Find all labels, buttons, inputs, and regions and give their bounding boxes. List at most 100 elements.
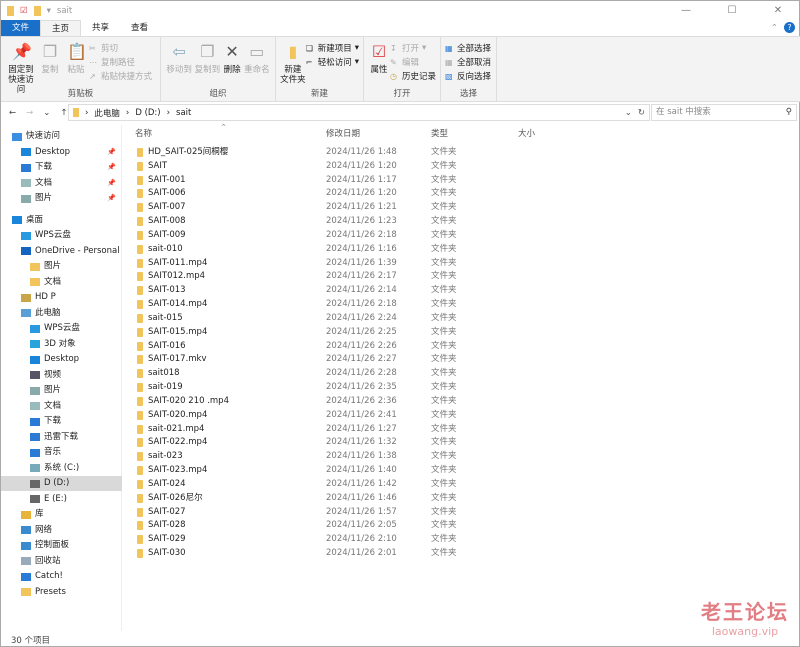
breadcrumb-this-pc[interactable]: 此电脑 bbox=[94, 107, 120, 119]
sidebar-item[interactable]: 下载 bbox=[1, 414, 122, 429]
file-row[interactable]: sait-010 2024/11/26 1:16 文件夹 bbox=[126, 242, 726, 256]
file-row[interactable]: SAIT-009 2024/11/26 2:18 文件夹 bbox=[126, 228, 726, 242]
file-row[interactable]: SAIT-017.mkv 2024/11/26 2:27 文件夹 bbox=[126, 352, 726, 366]
minimize-button[interactable]: — bbox=[663, 1, 709, 20]
address-dropdown-icon[interactable]: ⌄ bbox=[625, 108, 632, 118]
back-button[interactable]: ← bbox=[9, 108, 16, 118]
sidebar-item[interactable]: Desktop 📌 bbox=[1, 145, 122, 160]
sidebar-item[interactable]: Presets bbox=[1, 585, 122, 600]
sidebar-item[interactable]: Catch! bbox=[1, 569, 122, 584]
file-row[interactable]: sait-021.mp4 2024/11/26 1:27 文件夹 bbox=[126, 422, 726, 436]
forward-button[interactable]: → bbox=[26, 108, 33, 118]
open-button[interactable]: ↧ 打开 ▾ bbox=[390, 42, 436, 54]
file-row[interactable]: SAIT-007 2024/11/26 1:21 文件夹 bbox=[126, 200, 726, 214]
file-row[interactable]: SAIT-029 2024/11/26 2:10 文件夹 bbox=[126, 532, 726, 546]
cut-button[interactable]: ✂ 剪切 bbox=[89, 42, 152, 55]
select-all-button[interactable]: ▦ 全部选择 bbox=[445, 42, 491, 55]
customize-quick-access-icon[interactable]: ▾ bbox=[47, 6, 51, 16]
select-none-button[interactable]: ▦ 全部取消 bbox=[445, 56, 491, 69]
sidebar-item[interactable]: 回收站 bbox=[1, 554, 122, 569]
file-row[interactable]: SAIT-027 2024/11/26 1:57 文件夹 bbox=[126, 505, 726, 519]
file-row[interactable]: SAIT012.mp4 2024/11/26 2:17 文件夹 bbox=[126, 269, 726, 283]
new-folder-quick-icon[interactable] bbox=[33, 5, 41, 16]
sidebar-item[interactable]: 库 bbox=[1, 507, 122, 522]
collapse-ribbon-icon[interactable]: ⌃ bbox=[771, 23, 778, 33]
tab-view[interactable]: 查看 bbox=[120, 20, 159, 36]
search-input[interactable]: 在 sait 中搜索 ⚲ bbox=[651, 104, 797, 121]
sidebar-item[interactable]: 迅雷下载 bbox=[1, 430, 122, 445]
sidebar-item[interactable]: E (E:) bbox=[1, 492, 122, 507]
file-row[interactable]: SAIT-028 2024/11/26 2:05 文件夹 bbox=[126, 518, 726, 532]
easy-access-button[interactable]: ⌐ 轻松访问 ▾ bbox=[306, 56, 359, 68]
tab-file[interactable]: 文件 bbox=[1, 20, 41, 36]
column-header-type[interactable]: 类型 bbox=[431, 127, 448, 141]
file-row[interactable]: SAIT-013 2024/11/26 2:14 文件夹 bbox=[126, 283, 726, 297]
close-button[interactable]: ✕ bbox=[755, 1, 800, 20]
sidebar-item[interactable]: 桌面 bbox=[1, 213, 122, 228]
help-icon[interactable]: ? bbox=[784, 22, 795, 33]
column-header-name[interactable]: 名称 bbox=[135, 127, 152, 141]
sidebar-item[interactable]: 下载 📌 bbox=[1, 160, 122, 175]
drive-icon bbox=[30, 479, 40, 488]
file-type: 文件夹 bbox=[431, 312, 457, 323]
sidebar-item[interactable]: 文档 bbox=[1, 399, 122, 414]
invert-selection-button[interactable]: ▧ 反向选择 bbox=[445, 70, 491, 83]
sidebar-item[interactable]: WPS云盘 bbox=[1, 228, 122, 243]
up-button[interactable]: ↑ bbox=[60, 108, 67, 118]
history-button[interactable]: ◷ 历史记录 bbox=[390, 70, 436, 83]
address-bar[interactable]: › 此电脑 › D (D:) › sait ⌄ ↻ bbox=[68, 104, 650, 121]
sidebar-item[interactable]: 系统 (C:) bbox=[1, 461, 122, 476]
sidebar-item[interactable]: Desktop bbox=[1, 352, 122, 367]
file-row[interactable]: SAIT-024 2024/11/26 1:42 文件夹 bbox=[126, 477, 726, 491]
sidebar-item[interactable]: 3D 对象 bbox=[1, 337, 122, 352]
sidebar-item[interactable]: 图片 📌 bbox=[1, 191, 122, 206]
file-row[interactable]: SAIT-014.mp4 2024/11/26 2:18 文件夹 bbox=[126, 297, 726, 311]
maximize-button[interactable]: ☐ bbox=[709, 1, 755, 20]
recent-locations-button[interactable]: ⌄ bbox=[43, 108, 50, 118]
refresh-icon[interactable]: ↻ bbox=[638, 108, 645, 118]
file-row[interactable]: SAIT-030 2024/11/26 2:01 文件夹 bbox=[126, 546, 726, 560]
sidebar-item[interactable]: 视频 bbox=[1, 368, 122, 383]
file-row[interactable]: HD_SAIT-025间桐樱 2024/11/26 1:48 文件夹 bbox=[126, 145, 726, 159]
sidebar-item[interactable]: WPS云盘 bbox=[1, 321, 122, 336]
sidebar-item[interactable]: 控制面板 bbox=[1, 538, 122, 553]
file-row[interactable]: SAIT-020.mp4 2024/11/26 2:41 文件夹 bbox=[126, 408, 726, 422]
sidebar-item[interactable]: OneDrive - Personal bbox=[1, 244, 122, 259]
sidebar-item[interactable]: 此电脑 bbox=[1, 306, 122, 321]
sidebar-item[interactable]: 文档 bbox=[1, 275, 122, 290]
sidebar-item[interactable]: 图片 bbox=[1, 383, 122, 398]
sidebar-item[interactable]: 网络 bbox=[1, 523, 122, 538]
sidebar-item[interactable]: 音乐 bbox=[1, 445, 122, 460]
file-row[interactable]: SAIT-016 2024/11/26 2:26 文件夹 bbox=[126, 339, 726, 353]
properties-quick-icon[interactable]: ☑ bbox=[20, 6, 28, 16]
sidebar-item[interactable]: HD P bbox=[1, 290, 122, 305]
tab-share[interactable]: 共享 bbox=[81, 20, 120, 36]
breadcrumb-d-drive[interactable]: D (D:) bbox=[135, 108, 160, 118]
file-row[interactable]: SAIT-006 2024/11/26 1:20 文件夹 bbox=[126, 186, 726, 200]
file-row[interactable]: SAIT-022.mp4 2024/11/26 1:32 文件夹 bbox=[126, 435, 726, 449]
file-row[interactable]: sait-023 2024/11/26 1:38 文件夹 bbox=[126, 449, 726, 463]
file-row[interactable]: sait-019 2024/11/26 2:35 文件夹 bbox=[126, 380, 726, 394]
column-header-size[interactable]: 大小 bbox=[518, 127, 535, 141]
tab-home[interactable]: 主页 bbox=[40, 20, 82, 36]
column-header-date[interactable]: 修改日期 bbox=[326, 127, 360, 141]
breadcrumb-sait[interactable]: sait bbox=[176, 108, 191, 118]
new-item-button[interactable]: ❏ 新建项目 ▾ bbox=[306, 42, 359, 54]
paste-shortcut-button[interactable]: ↗ 粘贴快捷方式 bbox=[89, 70, 152, 83]
file-row[interactable]: SAIT-020 210 .mp4 2024/11/26 2:36 文件夹 bbox=[126, 394, 726, 408]
sidebar-item[interactable]: 图片 bbox=[1, 259, 122, 274]
file-row[interactable]: SAIT-008 2024/11/26 1:23 文件夹 bbox=[126, 214, 726, 228]
file-row[interactable]: sait-015 2024/11/26 2:24 文件夹 bbox=[126, 311, 726, 325]
file-row[interactable]: SAIT-011.mp4 2024/11/26 1:39 文件夹 bbox=[126, 256, 726, 270]
file-row[interactable]: SAIT-015.mp4 2024/11/26 2:25 文件夹 bbox=[126, 325, 726, 339]
file-row[interactable]: SAIT 2024/11/26 1:20 文件夹 bbox=[126, 159, 726, 173]
file-row[interactable]: SAIT-026尼尔 2024/11/26 1:46 文件夹 bbox=[126, 491, 726, 505]
file-row[interactable]: sait018 2024/11/26 2:28 文件夹 bbox=[126, 366, 726, 380]
file-row[interactable]: SAIT-023.mp4 2024/11/26 1:40 文件夹 bbox=[126, 463, 726, 477]
sidebar-item[interactable]: 文档 📌 bbox=[1, 176, 122, 191]
file-row[interactable]: SAIT-001 2024/11/26 1:17 文件夹 bbox=[126, 173, 726, 187]
copy-path-button[interactable]: ⋯ 复制路径 bbox=[89, 56, 152, 69]
sidebar-item[interactable]: D (D:) bbox=[1, 476, 122, 491]
edit-button[interactable]: ✎ 编辑 bbox=[390, 56, 436, 69]
sidebar-item[interactable]: 快速访问 bbox=[1, 129, 122, 144]
